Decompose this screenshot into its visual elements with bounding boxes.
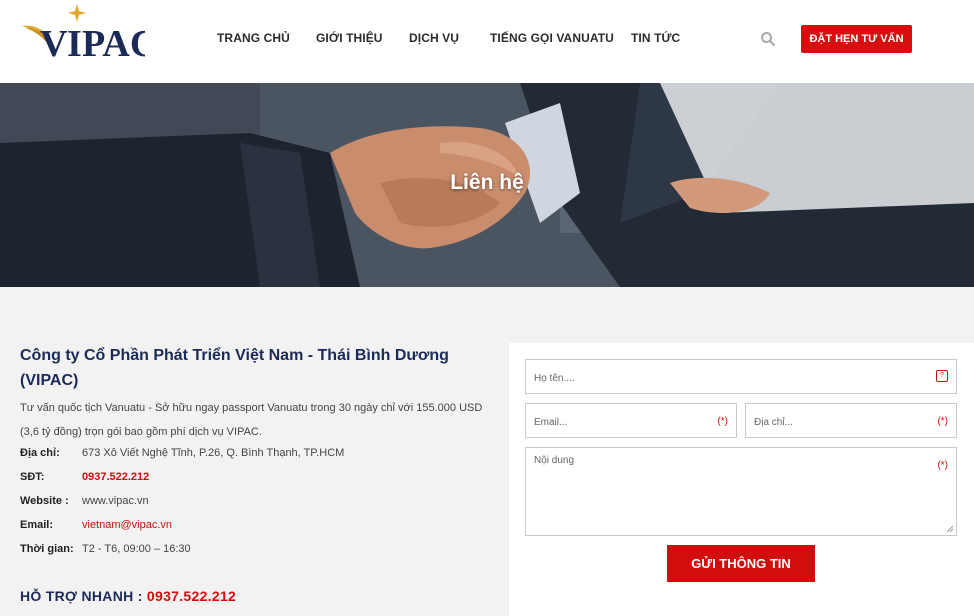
address-required-mark: (*) [937,416,948,427]
search-icon[interactable] [760,31,776,47]
hours-value: T2 - T6, 09:00 – 16:30 [82,543,191,555]
email-placeholder: Email... [534,417,568,428]
email-required-mark: (*) [717,416,728,427]
message-required-mark: (*) [937,460,948,471]
book-consultation-button[interactable]: ĐẶT HẸN TƯ VẤN [801,25,912,53]
email-label: Email: [20,519,54,531]
svg-text:I: I [67,23,82,64]
message-placeholder: Nội dung [534,455,575,466]
svg-text:PAC: PAC [82,23,145,64]
nav-item-about[interactable]: GIỚI THIỆU [316,31,383,45]
address-label: Địa chỉ: [20,447,60,459]
message-textarea[interactable]: Nội dung (*) [525,447,957,536]
nav-item-vanuatu[interactable]: TIẾNG GỌI VANUATU [490,31,614,45]
submit-button[interactable]: GỬI THÔNG TIN [667,545,815,582]
website-label: Website [20,495,62,507]
hours-label: Thời gian: [20,543,74,555]
hotline-number[interactable]: 0937.522.212 [147,588,236,604]
address-field[interactable]: Địa chỉ... (*) [745,403,957,438]
email-field[interactable]: Email... (*) [525,403,737,438]
name-placeholder: Họ tên.... [534,373,575,384]
hotline: HỖ TRỢ NHANH : 0937.522.212 [20,588,236,604]
resize-handle-icon[interactable] [946,525,954,533]
address-placeholder: Địa chỉ... [754,417,793,428]
phone-label: SĐT: [20,471,45,483]
address-value: 673 Xô Viết Nghệ Tĩnh, P.26, Q. Bình Thạ… [82,447,345,459]
nav-item-services[interactable]: DỊCH VỤ [409,31,459,45]
required-icon: ? [936,370,948,382]
email-link[interactable]: vietnam@vipac.vn [82,517,172,533]
name-field[interactable]: Họ tên.... ? [525,359,957,394]
website-colon: : [65,495,69,507]
svg-text:V: V [40,23,68,64]
hotline-label: HỖ TRỢ NHANH : [20,588,143,604]
phone-link[interactable]: 0937.522.212 [82,469,149,485]
nav-item-home[interactable]: TRANG CHỦ [217,31,290,45]
company-description: Tư vấn quốc tịch Vanuatu - Sở hữu ngay p… [20,402,483,438]
vipac-logo[interactable]: V I PAC [20,4,145,64]
site-header: V I PAC TRANG CHỦ GIỚI THIỆU DỊCH VỤ TIẾ… [0,0,974,83]
page-title: Liên hệ [450,171,524,194]
company-name: Công ty Cổ Phần Phát Triển Việt Nam - Th… [20,347,449,389]
website-link[interactable]: www.vipac.vn [82,493,149,509]
hero-banner: Liên hệ [0,83,974,287]
nav-item-news[interactable]: TIN TỨC [631,31,680,45]
